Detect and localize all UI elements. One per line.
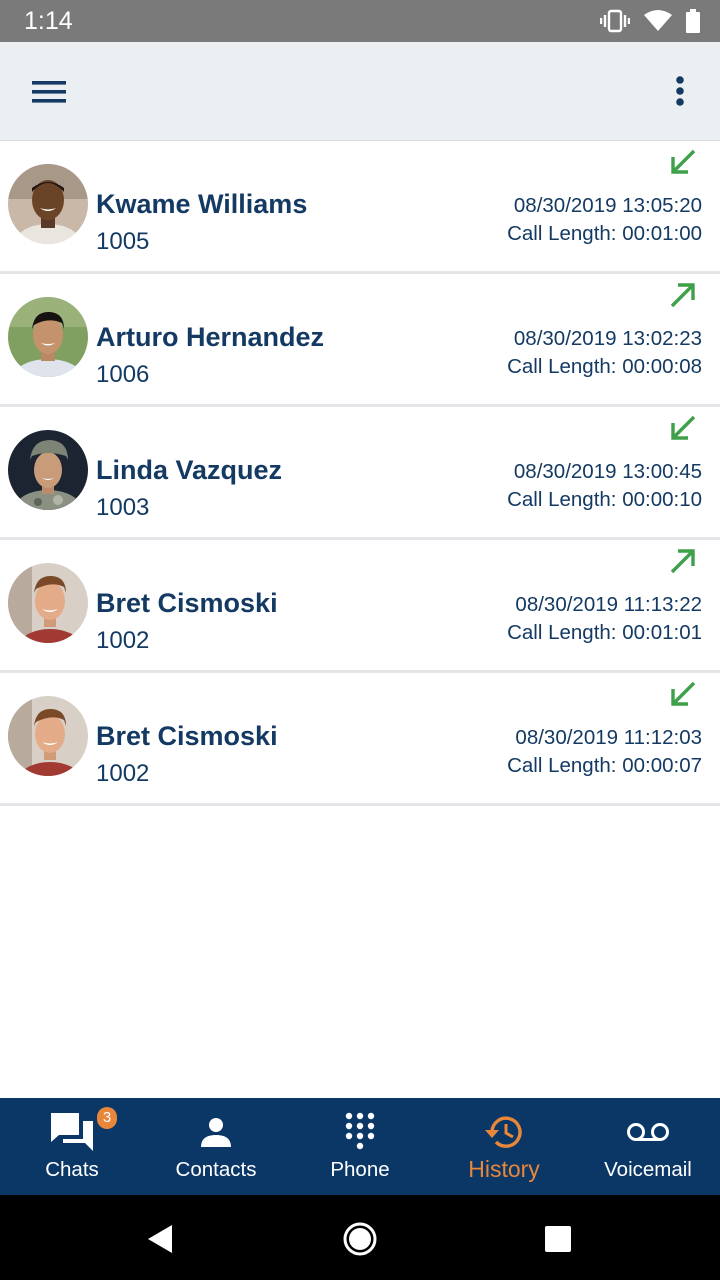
back-button[interactable] — [140, 1219, 180, 1259]
history-icon — [480, 1110, 528, 1154]
more-options-button[interactable] — [662, 70, 698, 114]
call-history-list: Kwame Williams 1005 08/30/2019 13:05:20 … — [0, 141, 720, 806]
call-length: Call Length: 00:00:08 — [507, 355, 702, 378]
call-datetime: 08/30/2019 11:12:03 — [515, 726, 702, 749]
call-datetime: 08/30/2019 13:05:20 — [513, 194, 702, 217]
contact-name: Bret Cismoski — [96, 721, 278, 751]
chats-badge: 3 — [97, 1107, 117, 1129]
nav-history[interactable]: History — [432, 1098, 576, 1195]
nav-voicemail[interactable]: Voicemail — [576, 1098, 720, 1195]
chats-icon — [48, 1110, 96, 1154]
call-length: Call Length: 00:01:00 — [507, 222, 702, 245]
voicemail-icon — [624, 1110, 672, 1154]
call-length: Call Length: 00:01:01 — [507, 621, 702, 644]
person-icon — [192, 1110, 240, 1154]
history-row[interactable]: Bret Cismoski 1002 08/30/2019 11:12:03 C… — [0, 673, 720, 806]
call-length: Call Length: 00:00:07 — [507, 754, 702, 777]
wifi-icon — [644, 10, 672, 31]
avatar — [8, 297, 88, 377]
contact-name: Arturo Hernandez — [96, 322, 325, 352]
contact-extension: 1003 — [96, 494, 150, 521]
contact-name: Bret Cismoski — [96, 588, 278, 618]
history-row[interactable]: Arturo Hernandez 1006 08/30/2019 13:02:2… — [0, 274, 720, 407]
contact-extension: 1002 — [96, 760, 150, 787]
vibrate-icon — [600, 9, 630, 33]
contact-extension: 1002 — [96, 627, 150, 654]
avatar — [8, 164, 88, 244]
status-icons — [600, 8, 700, 34]
contact-extension: 1006 — [96, 361, 150, 388]
menu-button[interactable] — [24, 72, 74, 112]
status-bar: 1:14 — [0, 0, 720, 42]
back-icon — [148, 1225, 172, 1253]
outgoing-call-icon — [670, 283, 695, 308]
system-nav-bar — [0, 1195, 720, 1280]
avatar — [8, 696, 88, 776]
status-time: 1:14 — [24, 7, 73, 35]
battery-icon — [686, 9, 700, 33]
nav-phone[interactable]: Phone — [288, 1098, 432, 1195]
incoming-call-icon — [671, 681, 696, 706]
history-row[interactable]: Linda Vazquez 1003 08/30/2019 13:00:45 C… — [0, 407, 720, 540]
incoming-call-icon — [671, 415, 696, 440]
call-datetime: 08/30/2019 13:02:23 — [513, 327, 702, 350]
recents-icon — [545, 1226, 571, 1252]
hamburger-menu-icon — [32, 81, 66, 103]
avatar — [8, 563, 88, 643]
recents-button[interactable] — [538, 1219, 578, 1259]
incoming-call-icon — [671, 149, 696, 174]
home-icon — [343, 1222, 377, 1256]
nav-label: History — [468, 1156, 540, 1182]
nav-contacts[interactable]: Contacts — [144, 1098, 288, 1195]
call-datetime: 08/30/2019 11:13:22 — [515, 593, 702, 616]
nav-chats[interactable]: 3 Chats — [0, 1098, 144, 1195]
nav-label: Contacts — [175, 1158, 257, 1181]
nav-label: Chats — [45, 1158, 99, 1181]
history-row[interactable]: Kwame Williams 1005 08/30/2019 13:05:20 … — [0, 141, 720, 274]
nav-label: Phone — [330, 1158, 390, 1181]
bottom-nav: 3 Chats Contacts Phone History Voicemail — [0, 1098, 720, 1195]
contact-extension: 1005 — [96, 228, 150, 255]
call-datetime: 08/30/2019 13:00:45 — [513, 460, 702, 483]
nav-label: Voicemail — [604, 1158, 692, 1181]
app-bar — [0, 42, 720, 141]
home-button[interactable] — [340, 1219, 380, 1259]
history-row[interactable]: Bret Cismoski 1002 08/30/2019 11:13:22 C… — [0, 540, 720, 673]
more-vert-icon — [676, 76, 684, 106]
dialpad-icon — [336, 1110, 384, 1154]
call-length: Call Length: 00:00:10 — [507, 488, 702, 511]
contact-name: Linda Vazquez — [96, 455, 283, 485]
avatar — [8, 430, 88, 510]
outgoing-call-icon — [670, 549, 695, 574]
contact-name: Kwame Williams — [96, 189, 308, 219]
